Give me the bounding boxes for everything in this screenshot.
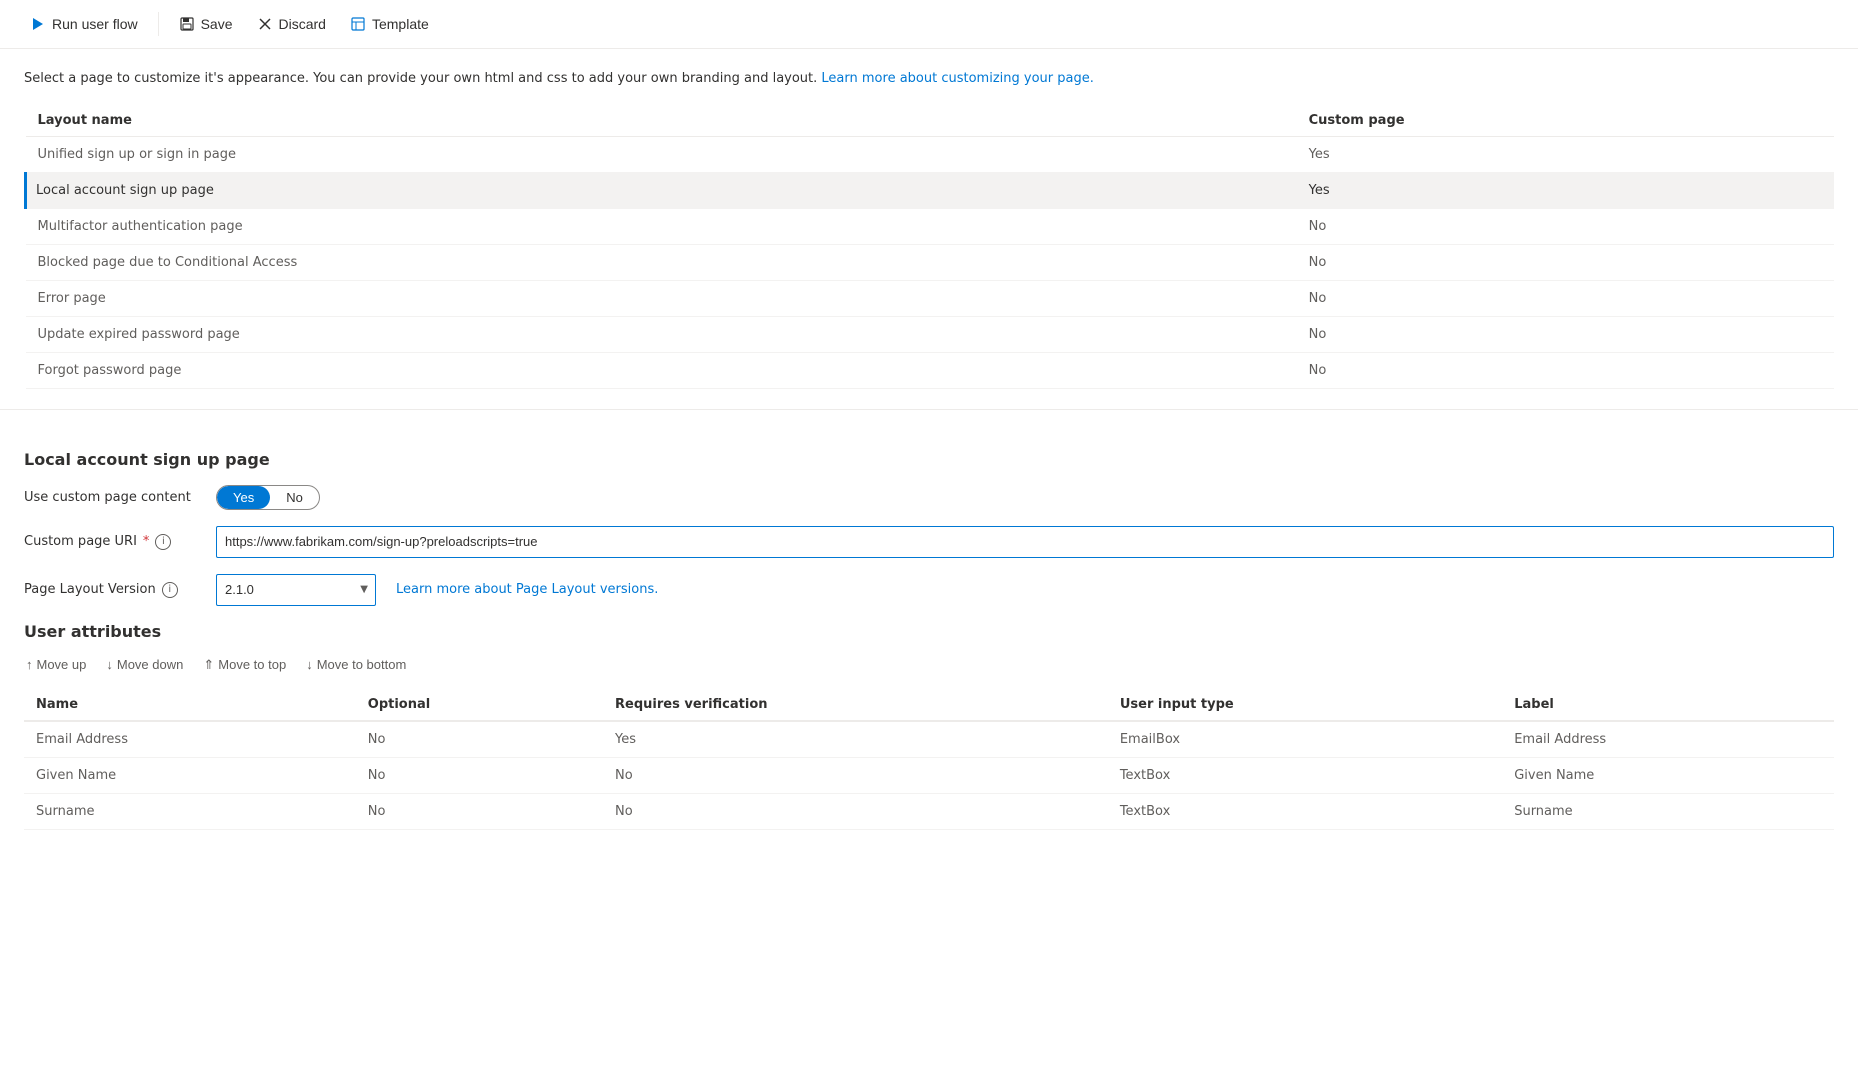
layout-row-custom-page: No: [1297, 208, 1834, 244]
discard-icon: [257, 16, 273, 32]
layout-row-name: Forgot password page: [26, 352, 1297, 388]
custom-uri-row: Custom page URI * i: [24, 526, 1834, 558]
run-user-flow-button[interactable]: Run user flow: [20, 10, 148, 38]
custom-uri-input[interactable]: [216, 526, 1834, 558]
detail-section: Local account sign up page Use custom pa…: [0, 430, 1858, 850]
attr-col-header: User input type: [1108, 689, 1502, 721]
template-icon: [350, 16, 366, 32]
move-down-label: Move down: [117, 657, 183, 672]
layout-table: Layout name Custom page Unified sign up …: [24, 105, 1834, 389]
toolbar-separator-1: [158, 12, 159, 36]
attributes-title: User attributes: [24, 622, 1834, 641]
attr-input-type: TextBox: [1108, 793, 1502, 829]
attr-input-type: TextBox: [1108, 757, 1502, 793]
layout-row-custom-page: No: [1297, 316, 1834, 352]
layout-row-custom-page: No: [1297, 244, 1834, 280]
discard-label: Discard: [279, 16, 326, 32]
layout-row-name: Local account sign up page: [26, 172, 1297, 208]
layout-table-row[interactable]: Error pageNo: [26, 280, 1835, 316]
layout-row-custom-page: No: [1297, 352, 1834, 388]
save-label: Save: [201, 16, 233, 32]
use-custom-row: Use custom page content Yes No: [24, 485, 1834, 510]
required-indicator: *: [143, 534, 150, 549]
layout-row-name: Blocked page due to Conditional Access: [26, 244, 1297, 280]
attr-requires-verification: No: [603, 793, 1108, 829]
description-static: Select a page to customize it's appearan…: [24, 71, 817, 86]
use-custom-label: Use custom page content: [24, 490, 204, 505]
col-layout-name: Layout name: [26, 105, 1297, 137]
discard-button[interactable]: Discard: [247, 10, 336, 38]
col-custom-page: Custom page: [1297, 105, 1834, 137]
layout-table-row[interactable]: Unified sign up or sign in pageYes: [26, 136, 1835, 172]
layout-table-row[interactable]: Multifactor authentication pageNo: [26, 208, 1835, 244]
attr-table-row[interactable]: SurnameNoNoTextBoxSurname: [24, 793, 1834, 829]
attr-optional: No: [356, 757, 603, 793]
attr-name: Surname: [24, 793, 356, 829]
description-text: Select a page to customize it's appearan…: [24, 69, 1834, 89]
page-layout-learn-more-link[interactable]: Learn more about Page Layout versions.: [396, 582, 658, 597]
attr-name: Given Name: [24, 757, 356, 793]
attr-col-header: Requires verification: [603, 689, 1108, 721]
page-layout-row: Page Layout Version i 1.2.0 2.0.0 2.1.0 …: [24, 574, 1834, 606]
learn-more-link[interactable]: Learn more about customizing your page.: [821, 71, 1093, 86]
page-layout-select-wrapper: 1.2.0 2.0.0 2.1.0 2.2.0 ▼: [216, 574, 376, 606]
move-to-bottom-button[interactable]: ↓ Move to bottom: [304, 653, 408, 676]
attr-table-row[interactable]: Given NameNoNoTextBoxGiven Name: [24, 757, 1834, 793]
attributes-table: NameOptionalRequires verificationUser in…: [24, 689, 1834, 830]
attr-input-type: EmailBox: [1108, 721, 1502, 758]
move-down-button[interactable]: ↓ Move down: [104, 653, 185, 676]
attr-label: Given Name: [1502, 757, 1834, 793]
run-icon: [30, 16, 46, 32]
layout-table-row[interactable]: Forgot password pageNo: [26, 352, 1835, 388]
move-up-label: Move up: [37, 657, 87, 672]
move-to-top-label: Move to top: [218, 657, 286, 672]
layout-table-row[interactable]: Blocked page due to Conditional AccessNo: [26, 244, 1835, 280]
attr-col-header: Optional: [356, 689, 603, 721]
attr-optional: No: [356, 793, 603, 829]
move-buttons-group: ↑ Move up ↓ Move down ⇑ Move to top ↓ Mo…: [24, 653, 1834, 677]
run-user-flow-label: Run user flow: [52, 16, 138, 32]
attr-requires-verification: No: [603, 757, 1108, 793]
attr-col-header: Name: [24, 689, 356, 721]
move-to-top-icon: ⇑: [203, 657, 214, 673]
attr-optional: No: [356, 721, 603, 758]
attr-name: Email Address: [24, 721, 356, 758]
attr-col-header: Label: [1502, 689, 1834, 721]
main-content: Select a page to customize it's appearan…: [0, 49, 1858, 409]
move-to-top-button[interactable]: ⇑ Move to top: [201, 653, 288, 677]
move-to-bottom-icon: ↓: [306, 657, 313, 672]
layout-row-name: Unified sign up or sign in page: [26, 136, 1297, 172]
section-divider: [0, 409, 1858, 410]
move-down-icon: ↓: [106, 657, 113, 672]
template-button[interactable]: Template: [340, 10, 439, 38]
layout-row-name: Multifactor authentication page: [26, 208, 1297, 244]
layout-row-name: Update expired password page: [26, 316, 1297, 352]
page-layout-label: Page Layout Version i: [24, 582, 204, 598]
layout-row-name: Error page: [26, 280, 1297, 316]
layout-row-custom-page: No: [1297, 280, 1834, 316]
custom-uri-label: Custom page URI * i: [24, 534, 204, 550]
attr-table-row[interactable]: Email AddressNoYesEmailBoxEmail Address: [24, 721, 1834, 758]
toolbar: Run user flow Save Discard: [0, 0, 1858, 49]
move-up-button[interactable]: ↑ Move up: [24, 653, 88, 676]
toggle-no-button[interactable]: No: [270, 486, 319, 509]
page-layout-select[interactable]: 1.2.0 2.0.0 2.1.0 2.2.0: [216, 574, 376, 606]
layout-table-row[interactable]: Local account sign up pageYes: [26, 172, 1835, 208]
custom-content-toggle[interactable]: Yes No: [216, 485, 320, 510]
save-icon: [179, 16, 195, 32]
layout-table-row[interactable]: Update expired password pageNo: [26, 316, 1835, 352]
page-layout-info-icon: i: [162, 582, 178, 598]
custom-uri-info-icon: i: [155, 534, 171, 550]
move-to-bottom-label: Move to bottom: [317, 657, 407, 672]
toggle-yes-button[interactable]: Yes: [217, 486, 270, 509]
layout-row-custom-page: Yes: [1297, 172, 1834, 208]
attr-requires-verification: Yes: [603, 721, 1108, 758]
attr-label: Surname: [1502, 793, 1834, 829]
template-label: Template: [372, 16, 429, 32]
detail-section-title: Local account sign up page: [24, 450, 1834, 469]
layout-row-custom-page: Yes: [1297, 136, 1834, 172]
attr-label: Email Address: [1502, 721, 1834, 758]
save-button[interactable]: Save: [169, 10, 243, 38]
move-up-icon: ↑: [26, 657, 33, 672]
